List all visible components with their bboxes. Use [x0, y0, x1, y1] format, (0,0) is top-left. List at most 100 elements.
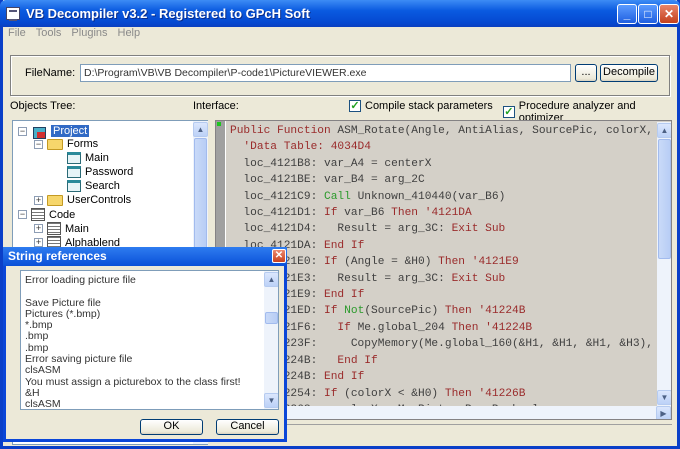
- code-token: If: [324, 256, 345, 269]
- expand-icon: +: [34, 237, 43, 247]
- code-token: 'Data Table: 4034D4: [230, 141, 371, 154]
- menu-tools[interactable]: Tools: [31, 27, 67, 41]
- tree-item-form[interactable]: Main: [67, 152, 109, 164]
- browse-button[interactable]: ...: [575, 64, 597, 82]
- code-token: End If: [324, 289, 365, 302]
- objects-tree-label: Objects Tree:: [10, 100, 76, 112]
- code-line: loc_41224B: End If: [230, 369, 671, 385]
- tree-label: Project: [51, 125, 90, 137]
- module-icon: [47, 222, 61, 235]
- scroll-down-icon[interactable]: ▼: [264, 393, 278, 408]
- scroll-up-icon[interactable]: ▲: [193, 122, 208, 137]
- tree-item-code[interactable]: − Code: [18, 208, 75, 221]
- code-line: loc_4121D1: If var_B6 Then '4121DA: [230, 205, 671, 221]
- code-icon: [31, 208, 45, 221]
- decompile-button[interactable]: Decompile: [600, 64, 658, 82]
- code-token: loc_41223F: CopyMemory(Me.global_160(&H1…: [230, 338, 672, 351]
- code-token: var_B6: [344, 207, 392, 220]
- code-horizontal-scrollbar[interactable]: ▶: [227, 406, 671, 419]
- code-line: loc_4121E0: If (Angle = &H0) Then '4121E…: [230, 254, 671, 270]
- tree-item-forms[interactable]: − Forms: [34, 138, 98, 150]
- code-line: loc_4121C9: Call Unknown_410440(var_B6): [230, 189, 671, 205]
- project-icon: [31, 123, 47, 139]
- string-list-scrollbar[interactable]: ▲ ▼: [264, 271, 278, 409]
- string-list-item[interactable]: You must assign a picturebox to the clas…: [21, 376, 263, 388]
- code-token: If: [337, 321, 358, 334]
- code-token: Then '4121E9: [438, 256, 519, 269]
- checkmark-icon: ✓: [349, 100, 361, 112]
- code-vertical-scrollbar[interactable]: ▲ ▼: [657, 122, 671, 406]
- menu-bar: File Tools Plugins Help: [3, 27, 145, 41]
- tree-item-usercontrols[interactable]: + UserControls: [34, 194, 131, 206]
- code-token: If: [324, 207, 345, 220]
- scroll-down-icon[interactable]: ▼: [657, 390, 671, 405]
- tree-item-form[interactable]: Search: [67, 180, 120, 192]
- compile-stack-checkbox[interactable]: ✓ Compile stack parameters: [349, 100, 493, 112]
- code-text[interactable]: Public Function ASM_Rotate(Angle, AntiAl…: [230, 123, 672, 419]
- string-list-item[interactable]: clsASM: [21, 365, 263, 377]
- close-button[interactable]: ✕: [659, 4, 679, 24]
- scroll-up-icon[interactable]: ▲: [264, 272, 278, 287]
- code-token: loc_4121B8: var_A4 = centerX: [230, 157, 432, 170]
- code-token: If: [324, 305, 345, 318]
- folder-icon: [47, 194, 63, 206]
- code-token: End If: [324, 371, 365, 384]
- window-title: VB Decompiler v3.2 - Registered to GPcH …: [26, 6, 310, 21]
- scroll-right-icon[interactable]: ▶: [656, 406, 671, 419]
- menu-file[interactable]: File: [3, 27, 31, 41]
- collapse-icon: −: [18, 125, 27, 136]
- code-token: If: [324, 387, 345, 400]
- string-list-item[interactable]: clsASM: [21, 398, 263, 409]
- code-token: Call: [324, 190, 358, 203]
- code-token: Then '41224B: [444, 305, 526, 318]
- tree-label: Code: [49, 208, 76, 221]
- title-bar[interactable]: VB Decompiler v3.2 - Registered to GPcH …: [0, 0, 680, 27]
- menu-help[interactable]: Help: [113, 27, 146, 41]
- filename-input[interactable]: D:\Program\VB\VB Decompiler\P-code1\Pict…: [80, 64, 571, 82]
- code-token: Unknown_410440(var_B6): [357, 190, 506, 203]
- tree-item-project[interactable]: − Project: [18, 123, 90, 139]
- code-token: End If: [337, 354, 378, 367]
- dialog-close-button[interactable]: ✕: [272, 249, 286, 263]
- code-line: Public Function ASM_Rotate(Angle, AntiAl…: [230, 123, 672, 139]
- code-line: loc_4121B8: var_A4 = centerX: [230, 156, 671, 172]
- code-line: loc_4121D4: Result = arg_3C: Exit Sub: [230, 221, 671, 237]
- tree-item-module[interactable]: + Main: [34, 222, 89, 235]
- code-token: ASM_Rotate(Angle, AntiAlias, SourcePic, …: [337, 125, 672, 137]
- scroll-up-icon[interactable]: ▲: [657, 123, 671, 138]
- scroll-thumb[interactable]: [265, 312, 278, 324]
- interface-label: Interface:: [193, 100, 239, 112]
- tree-label: Forms: [67, 138, 99, 150]
- dialog-title-bar[interactable]: String references ✕: [3, 247, 287, 266]
- cancel-button[interactable]: Cancel: [216, 419, 279, 435]
- form-icon: [67, 166, 81, 178]
- code-token: (SourcePic): [364, 305, 445, 318]
- filename-label: FileName:: [25, 67, 76, 79]
- code-line: loc_4121BE: var_B4 = arg_2C: [230, 172, 671, 188]
- code-token: Me.global_204: [357, 321, 452, 334]
- ok-button[interactable]: OK: [140, 419, 203, 435]
- code-line: loc_4121F6: If Me.global_204 Then '41224…: [230, 320, 671, 336]
- code-line: loc_4121E3: Result = arg_3C: Exit Sub: [230, 271, 671, 287]
- expand-icon: +: [34, 223, 43, 233]
- code-token: End If: [324, 239, 365, 252]
- string-list-item[interactable]: [21, 286, 263, 297]
- tree-item-form[interactable]: Password: [67, 166, 133, 178]
- tree-label: Main: [85, 152, 109, 164]
- string-list[interactable]: Error loading picture file Save Picture f…: [20, 270, 279, 410]
- scroll-thumb[interactable]: [658, 139, 671, 259]
- code-line: 'Data Table: 4034D4: [230, 139, 671, 155]
- tree-label: Main: [65, 222, 89, 235]
- code-line: loc_41223F: CopyMemory(Me.global_160(&H1…: [230, 336, 672, 352]
- dialog-title: String references: [8, 249, 107, 263]
- collapse-icon: −: [34, 138, 43, 149]
- string-list-item[interactable]: Pictures (*.bmp): [21, 308, 263, 320]
- string-list-item[interactable]: Error loading picture file: [21, 274, 263, 286]
- code-token: Public Function: [230, 125, 338, 137]
- maximize-button[interactable]: □: [638, 4, 658, 24]
- code-token: loc_4121BE: var_B4 = arg_2C: [230, 174, 425, 187]
- string-list-item[interactable]: .bmp: [21, 331, 263, 343]
- string-list-item[interactable]: *.bmp: [21, 319, 263, 331]
- minimize-button[interactable]: _: [617, 4, 637, 24]
- menu-plugins[interactable]: Plugins: [66, 27, 112, 41]
